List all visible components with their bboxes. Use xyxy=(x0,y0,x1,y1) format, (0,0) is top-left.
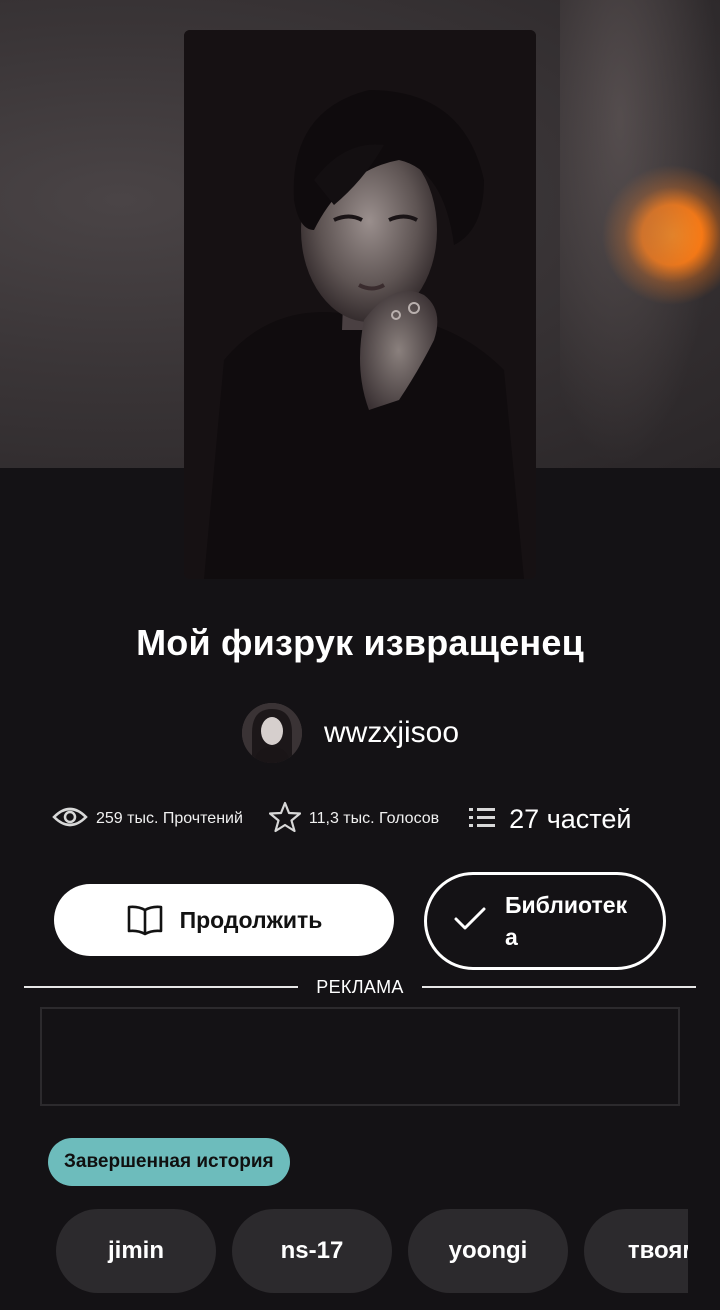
votes-stat: 11,3 тыс. Голосов xyxy=(268,801,440,838)
avatar-portrait xyxy=(242,703,302,763)
divider-line-left xyxy=(24,986,299,988)
book-icon xyxy=(126,904,164,936)
completed-status-badge: Завершенная история xyxy=(48,1138,290,1186)
list-icon xyxy=(469,805,497,834)
reads-count: 259 тыс. Прочтений xyxy=(96,810,243,827)
tag-chip[interactable]: jimin xyxy=(56,1209,216,1293)
author-avatar[interactable] xyxy=(242,703,302,763)
divider-line-right xyxy=(421,986,697,988)
cover-portrait xyxy=(184,30,536,579)
library-label: Библиотека xyxy=(505,892,628,950)
continue-label: Продолжить xyxy=(179,906,323,933)
library-button[interactable]: Библиотека xyxy=(424,872,666,970)
story-cover[interactable] xyxy=(184,30,536,579)
check-icon xyxy=(453,906,487,937)
continue-reading-button[interactable]: Продолжить xyxy=(54,884,394,956)
story-stats: 259 тыс. Прочтений 11,3 тыс. Голосов 27 … xyxy=(52,796,672,842)
background-blur xyxy=(560,0,720,468)
tag-chip[interactable]: ns-17 xyxy=(232,1209,392,1293)
ad-divider: РЕКЛАМА xyxy=(24,974,697,1000)
votes-count: 11,3 тыс. Голосов xyxy=(308,810,440,827)
reads-stat: 259 тыс. Прочтений xyxy=(52,805,243,834)
star-icon xyxy=(268,801,302,838)
author-name[interactable]: wwzxjisoo xyxy=(324,716,459,750)
tag-chip[interactable]: твоям xyxy=(584,1209,688,1293)
ad-slot[interactable] xyxy=(40,1007,680,1106)
eye-icon xyxy=(52,805,88,834)
story-title: Мой физрук извращенец xyxy=(136,622,584,663)
ad-label: РЕКЛАМА xyxy=(316,976,404,997)
author-link[interactable]: wwzxjisoo xyxy=(242,702,459,764)
parts-stat[interactable]: 27 частей xyxy=(469,804,631,835)
parts-count[interactable]: 27 частей xyxy=(509,804,631,835)
tag-list[interactable]: jimin ns-17 yoongi твоям xyxy=(56,1209,688,1293)
tag-chip[interactable]: yoongi xyxy=(408,1209,568,1293)
